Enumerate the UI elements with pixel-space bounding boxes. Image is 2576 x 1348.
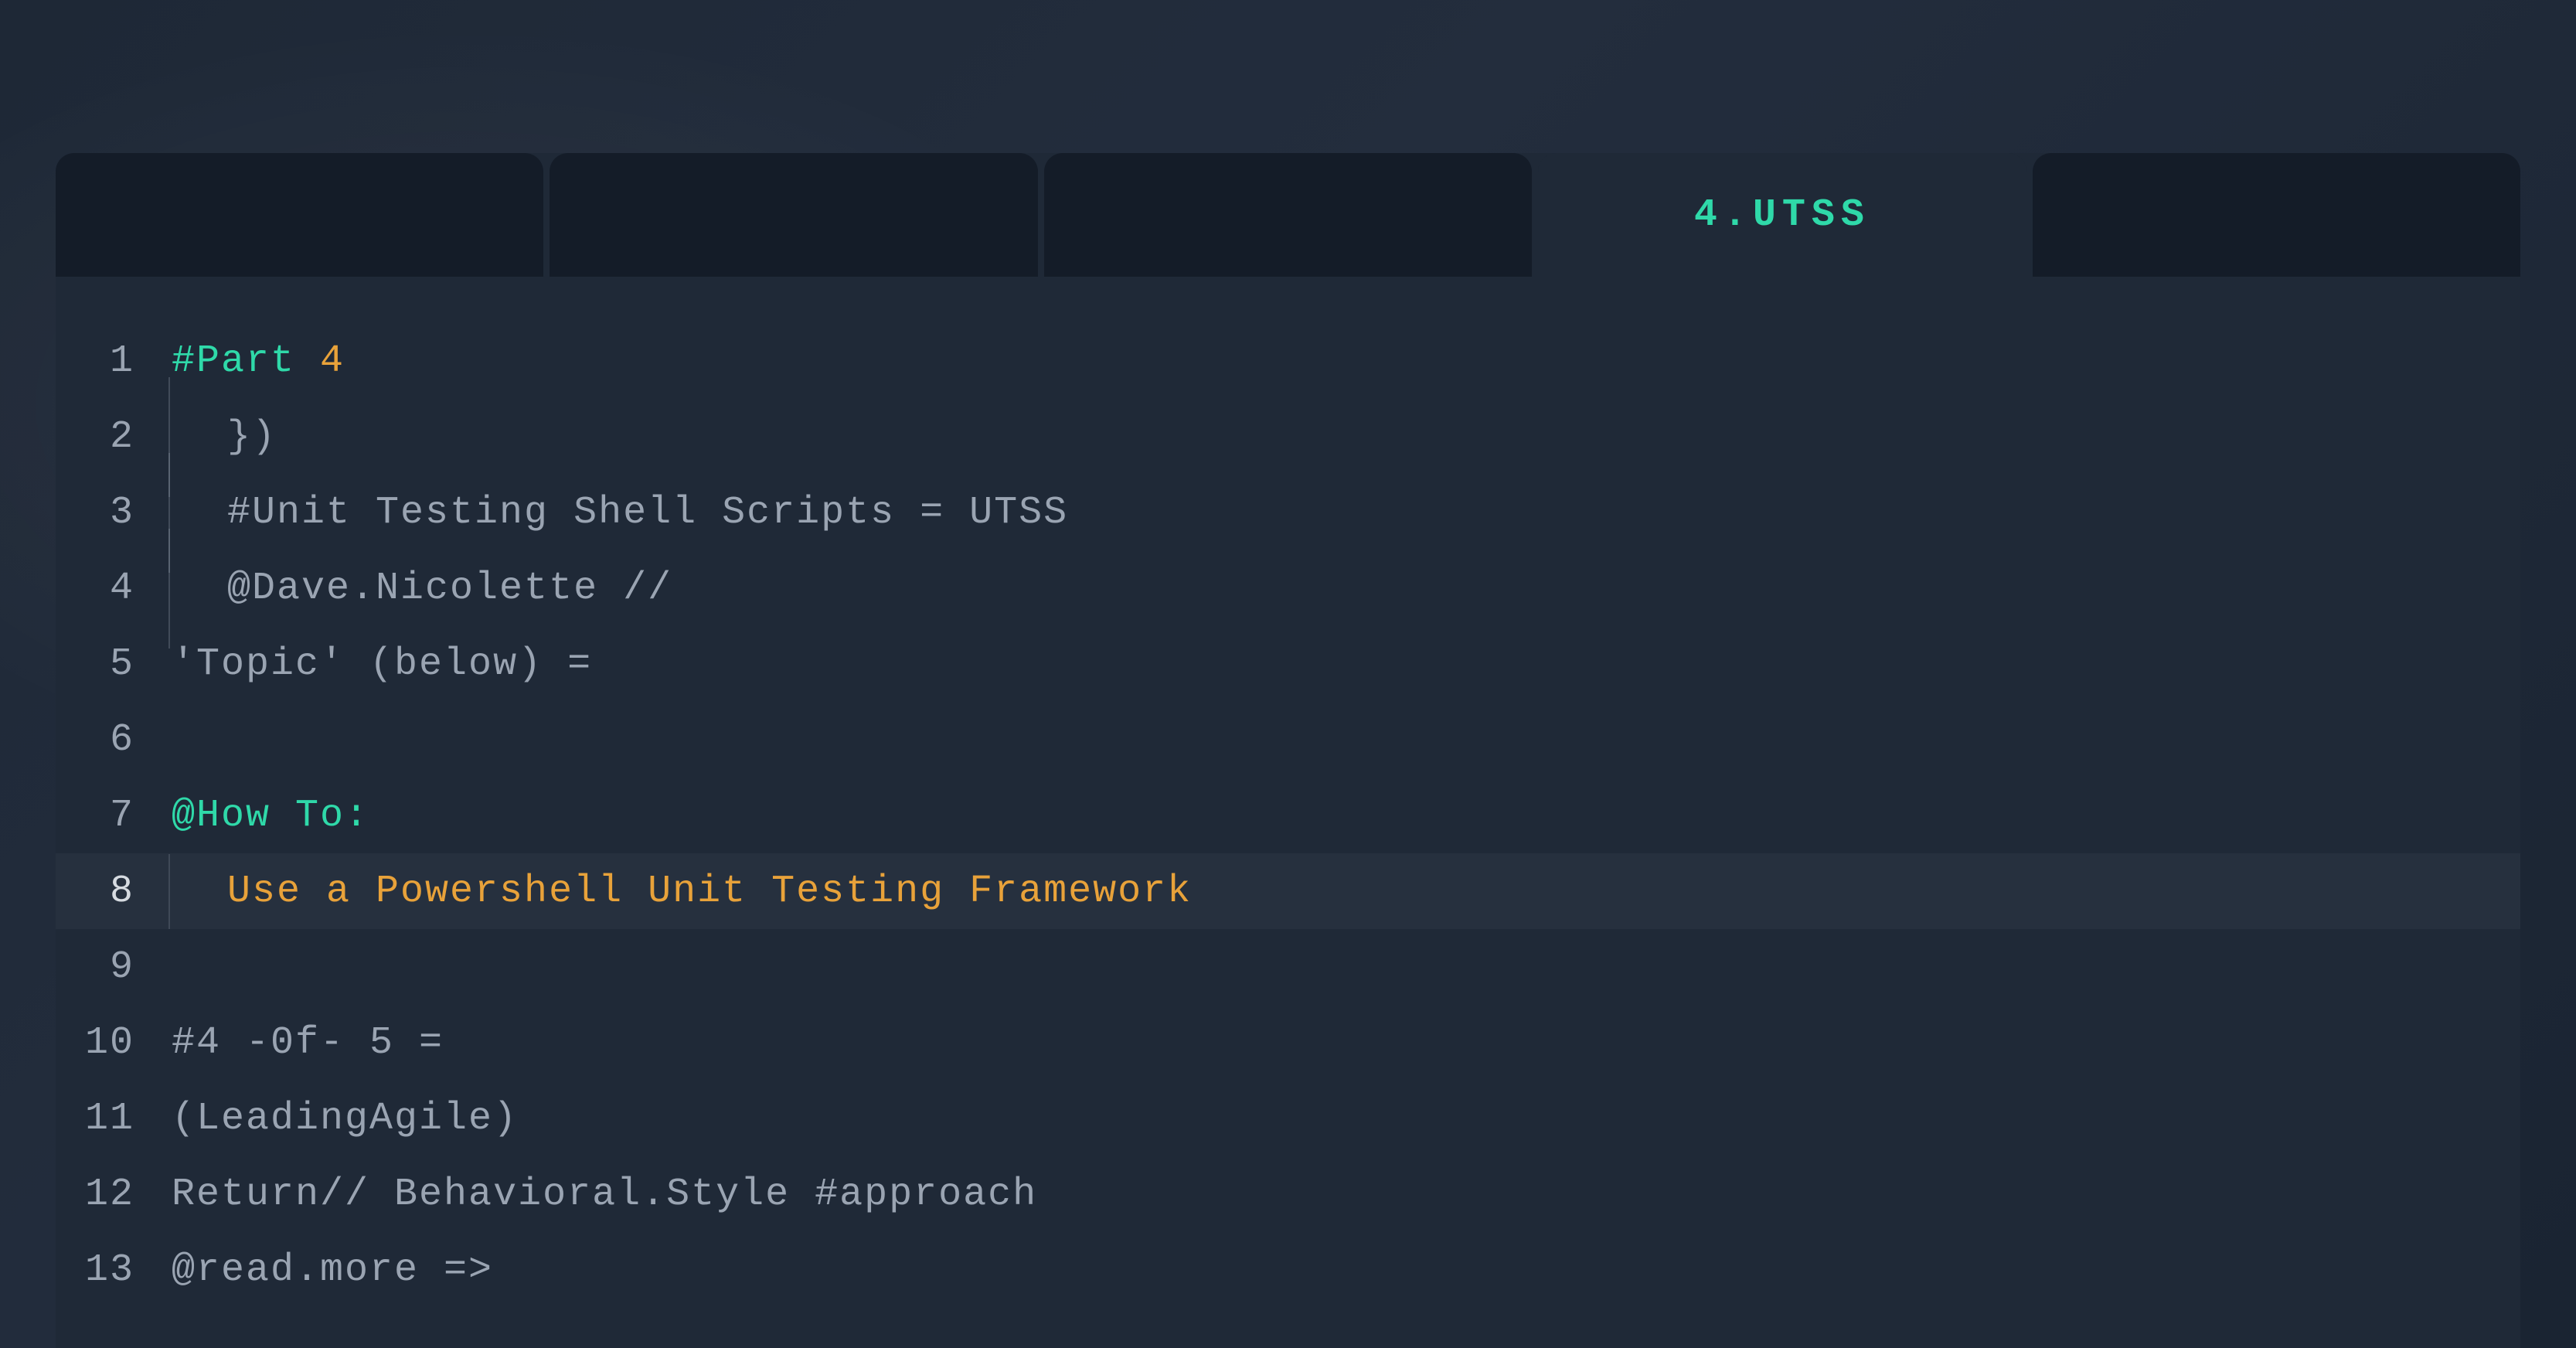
line-content: @How To:: [172, 794, 2520, 838]
line-content: #Part 4: [172, 339, 2520, 383]
token-directive: #Part: [172, 339, 320, 383]
code-line[interactable]: 4 @Dave.Nicolette //: [56, 550, 2520, 626]
line-content: 'Topic' (below) =: [172, 642, 2520, 686]
token-text: Return// Behavioral.Style #approach: [172, 1173, 1037, 1217]
token-text: #4 -0f- 5 =: [172, 1021, 444, 1065]
line-number: 12: [56, 1173, 172, 1217]
line-number: 7: [56, 794, 172, 838]
line-number: 3: [56, 491, 172, 535]
line-number: 6: [56, 718, 172, 762]
code-line[interactable]: 2 }): [56, 399, 2520, 475]
token-brace: }): [172, 415, 277, 459]
tab-3[interactable]: [1044, 153, 1532, 277]
code-line[interactable]: 12 Return// Behavioral.Style #approach: [56, 1156, 2520, 1232]
line-number: 2: [56, 415, 172, 459]
line-number: 8: [56, 870, 172, 914]
editor-frame: 1 #Part 4 2 }) 3 #Unit Testing Shell Scr…: [56, 153, 2520, 1348]
token-comment: #Unit Testing Shell Scripts = UTSS: [172, 491, 1068, 535]
token-heading: @How To:: [172, 794, 369, 838]
line-number: 10: [56, 1021, 172, 1065]
code-line-highlighted[interactable]: 8 Use a Powershell Unit Testing Framewor…: [56, 853, 2520, 929]
code-line[interactable]: 1 #Part 4: [56, 323, 2520, 399]
line-content: Use a Powershell Unit Testing Framework: [172, 870, 2520, 914]
line-content: @read.more =>: [172, 1248, 2520, 1292]
line-content: (LeadingAgile): [172, 1097, 2520, 1141]
tab-1[interactable]: [56, 153, 543, 277]
tab-bar: 4.UTSS: [56, 153, 2520, 277]
tab-4[interactable]: 4.UTSS: [1538, 153, 2026, 277]
tab-2[interactable]: [550, 153, 1037, 277]
token-author: @Dave.Nicolette //: [172, 567, 672, 611]
token-title: Use a Powershell Unit Testing Framework: [172, 870, 1192, 914]
code-line[interactable]: 3 #Unit Testing Shell Scripts = UTSS: [56, 475, 2520, 550]
token-number: 4: [320, 339, 345, 383]
code-line[interactable]: 11 (LeadingAgile): [56, 1081, 2520, 1156]
line-content: }): [172, 415, 2520, 459]
line-number: 11: [56, 1097, 172, 1141]
token-text: @read.more =>: [172, 1248, 493, 1292]
line-number: 5: [56, 642, 172, 686]
tab-5[interactable]: [2033, 153, 2520, 277]
code-line[interactable]: 9: [56, 929, 2520, 1005]
line-number: 4: [56, 567, 172, 611]
code-line[interactable]: 5 'Topic' (below) =: [56, 626, 2520, 702]
line-content: @Dave.Nicolette //: [172, 567, 2520, 611]
line-content: #Unit Testing Shell Scripts = UTSS: [172, 491, 2520, 535]
code-line[interactable]: 7 @How To:: [56, 778, 2520, 853]
code-line[interactable]: 13 @read.more =>: [56, 1232, 2520, 1308]
line-number: 1: [56, 339, 172, 383]
token-text: 'Topic' (below) =: [172, 642, 592, 686]
code-area[interactable]: 1 #Part 4 2 }) 3 #Unit Testing Shell Scr…: [56, 277, 2520, 1348]
code-line[interactable]: 10 #4 -0f- 5 =: [56, 1005, 2520, 1081]
line-number: 13: [56, 1248, 172, 1292]
tab-4-label: 4.UTSS: [1694, 193, 1870, 237]
line-number: 9: [56, 945, 172, 989]
line-content: #4 -0f- 5 =: [172, 1021, 2520, 1065]
code-line[interactable]: 6: [56, 702, 2520, 778]
line-content: Return// Behavioral.Style #approach: [172, 1173, 2520, 1217]
token-text: (LeadingAgile): [172, 1097, 518, 1141]
